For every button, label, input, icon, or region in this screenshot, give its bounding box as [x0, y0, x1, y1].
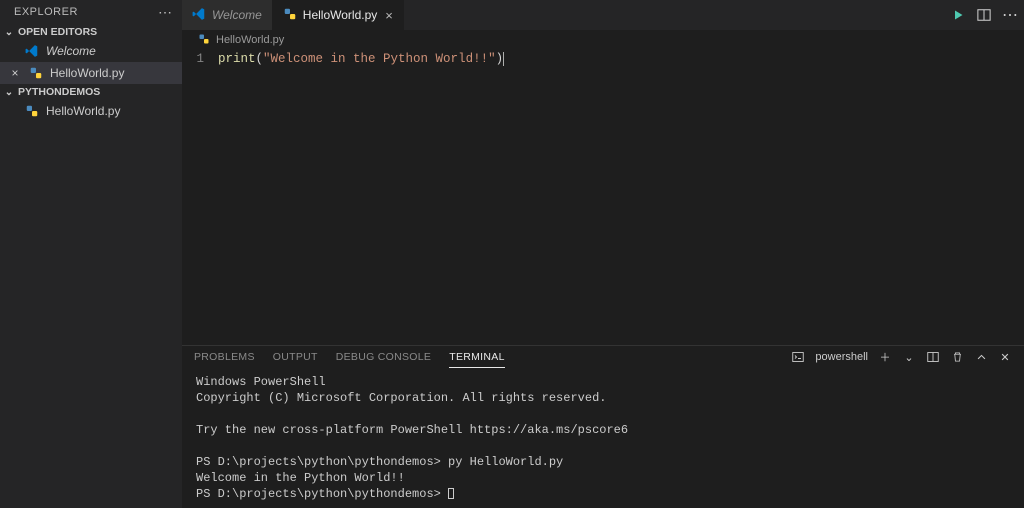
python-file-icon [283, 7, 297, 24]
workspace-section[interactable]: ⌄ PYTHONDEMOS [0, 84, 182, 100]
terminal-shell-label[interactable]: powershell [815, 351, 868, 363]
terminal-output[interactable]: Windows PowerShell Copyright (C) Microso… [182, 368, 1024, 508]
breadcrumb[interactable]: HelloWorld.py [182, 30, 1024, 50]
app-root: EXPLORER ⋯ ⌄ OPEN EDITORS Welcome × Hell… [0, 0, 1024, 508]
explorer-more-icon[interactable]: ⋯ [158, 4, 172, 21]
panel-tab-terminal[interactable]: TERMINAL [449, 347, 505, 368]
workspace-file-label: HelloWorld.py [46, 104, 120, 118]
vscode-icon [24, 44, 40, 58]
run-icon[interactable] [950, 7, 966, 23]
token-paren: ( [256, 52, 264, 66]
token-function: print [218, 52, 256, 66]
main-area: Welcome HelloWorld.py × ⋯ [182, 0, 1024, 508]
workspace-label: PYTHONDEMOS [18, 86, 100, 98]
python-file-icon [24, 104, 40, 118]
open-editor-welcome[interactable]: Welcome [0, 40, 182, 62]
bottom-panel: PROBLEMS OUTPUT DEBUG CONSOLE TERMINAL p… [182, 345, 1024, 508]
code-line[interactable]: print("Welcome in the Python World!!") [218, 50, 1024, 68]
code-editor[interactable]: 1 print("Welcome in the Python World!!") [182, 50, 1024, 345]
chevron-down-icon: ⌄ [4, 87, 14, 98]
vscode-icon [192, 7, 206, 24]
tab-label: HelloWorld.py [303, 8, 377, 22]
split-terminal-icon[interactable] [926, 350, 940, 364]
open-editor-label: HelloWorld.py [50, 66, 124, 80]
maximize-panel-icon[interactable] [974, 350, 988, 364]
line-number-gutter: 1 [182, 50, 218, 345]
more-actions-icon[interactable]: ⋯ [1002, 7, 1018, 23]
token-paren: ) [496, 52, 504, 66]
explorer-sidebar: EXPLORER ⋯ ⌄ OPEN EDITORS Welcome × Hell… [0, 0, 182, 508]
python-file-icon [28, 66, 44, 80]
new-terminal-icon[interactable]: ＋ [878, 350, 892, 364]
open-editors-section[interactable]: ⌄ OPEN EDITORS [0, 24, 182, 40]
chevron-down-icon: ⌄ [4, 27, 14, 38]
close-icon[interactable]: × [385, 8, 393, 23]
open-editors-label: OPEN EDITORS [18, 26, 97, 38]
close-icon[interactable]: × [8, 66, 22, 80]
token-string: "Welcome in the Python World!!" [263, 52, 496, 66]
terminal-cursor [448, 488, 454, 499]
open-editor-helloworld[interactable]: × HelloWorld.py [0, 62, 182, 84]
explorer-title: EXPLORER [14, 6, 78, 18]
split-editor-icon[interactable] [976, 7, 992, 23]
open-editor-label: Welcome [46, 44, 96, 58]
panel-tabs-left: PROBLEMS OUTPUT DEBUG CONSOLE TERMINAL [194, 347, 505, 368]
panel-tab-problems[interactable]: PROBLEMS [194, 347, 255, 368]
tab-label: Welcome [212, 8, 262, 22]
panel-tabbar: PROBLEMS OUTPUT DEBUG CONSOLE TERMINAL p… [182, 346, 1024, 368]
terminal-shell-icon[interactable] [791, 350, 805, 364]
editor-tabbar: Welcome HelloWorld.py × ⋯ [182, 0, 1024, 30]
text-cursor [503, 52, 504, 66]
kill-terminal-icon[interactable] [950, 350, 964, 364]
panel-actions: powershell ＋ ⌄ ✕ [791, 350, 1012, 364]
workspace-file-helloworld[interactable]: HelloWorld.py [0, 100, 182, 122]
terminal-dropdown-icon[interactable]: ⌄ [902, 350, 916, 364]
explorer-header: EXPLORER ⋯ [0, 0, 182, 24]
line-number: 1 [182, 50, 204, 68]
tab-welcome[interactable]: Welcome [182, 0, 273, 30]
breadcrumb-file: HelloWorld.py [216, 34, 284, 46]
close-panel-icon[interactable]: ✕ [998, 350, 1012, 364]
code-content[interactable]: print("Welcome in the Python World!!") [218, 50, 1024, 345]
panel-tab-debug-console[interactable]: DEBUG CONSOLE [336, 347, 432, 368]
panel-tab-output[interactable]: OUTPUT [273, 347, 318, 368]
python-file-icon [198, 33, 210, 48]
editor-actions: ⋯ [950, 7, 1018, 23]
tab-helloworld[interactable]: HelloWorld.py × [273, 0, 404, 30]
